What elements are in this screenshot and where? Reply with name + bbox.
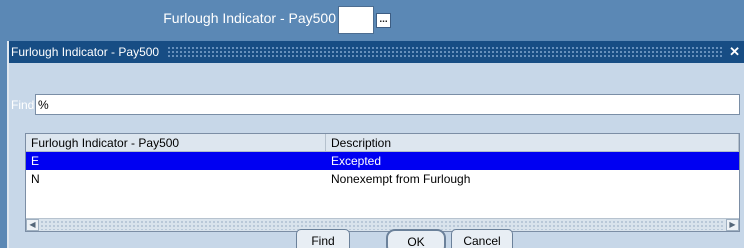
ok-button[interactable]: OK: [386, 229, 446, 248]
scroll-left-icon[interactable]: ◀: [26, 219, 39, 231]
field-label: Furlough Indicator - Pay500: [163, 10, 336, 26]
cancel-button[interactable]: Cancel: [451, 229, 513, 248]
table-row[interactable]: N Nonexempt from Furlough: [26, 170, 739, 188]
dialog-title: Furlough Indicator - Pay500: [11, 45, 160, 59]
find-button[interactable]: Find: [296, 229, 350, 248]
close-icon[interactable]: ✕: [729, 44, 744, 60]
table-row[interactable]: E Excepted: [26, 152, 739, 170]
row-description: Nonexempt from Furlough: [331, 172, 471, 186]
scrollbar-thumb[interactable]: [40, 220, 725, 230]
row-code: E: [31, 154, 40, 168]
row-code: N: [31, 172, 40, 186]
scroll-right-icon[interactable]: ▶: [726, 219, 739, 231]
grid-header: Furlough Indicator - Pay500 Description: [26, 134, 739, 152]
column-header-indicator[interactable]: Furlough Indicator - Pay500: [26, 134, 326, 151]
lov-dialog: Furlough Indicator - Pay500 ✕ Find Furlo…: [7, 41, 744, 248]
list-of-values-button[interactable]: ...: [376, 13, 391, 28]
results-grid: Furlough Indicator - Pay500 Description …: [25, 133, 740, 232]
column-header-description[interactable]: Description: [326, 134, 739, 151]
find-row: Find: [9, 94, 744, 116]
dialog-titlebar[interactable]: Furlough Indicator - Pay500 ✕: [9, 41, 744, 63]
horizontal-scrollbar[interactable]: ◀ ▶: [26, 218, 739, 231]
window-edge: [0, 41, 7, 248]
find-input[interactable]: [35, 94, 740, 115]
furlough-indicator-field[interactable]: [338, 6, 374, 34]
titlebar-grip: [167, 46, 724, 58]
find-label: Find: [11, 98, 35, 112]
row-description: Excepted: [331, 154, 382, 168]
background-form-row: Furlough Indicator - Pay500 ...: [0, 0, 744, 40]
